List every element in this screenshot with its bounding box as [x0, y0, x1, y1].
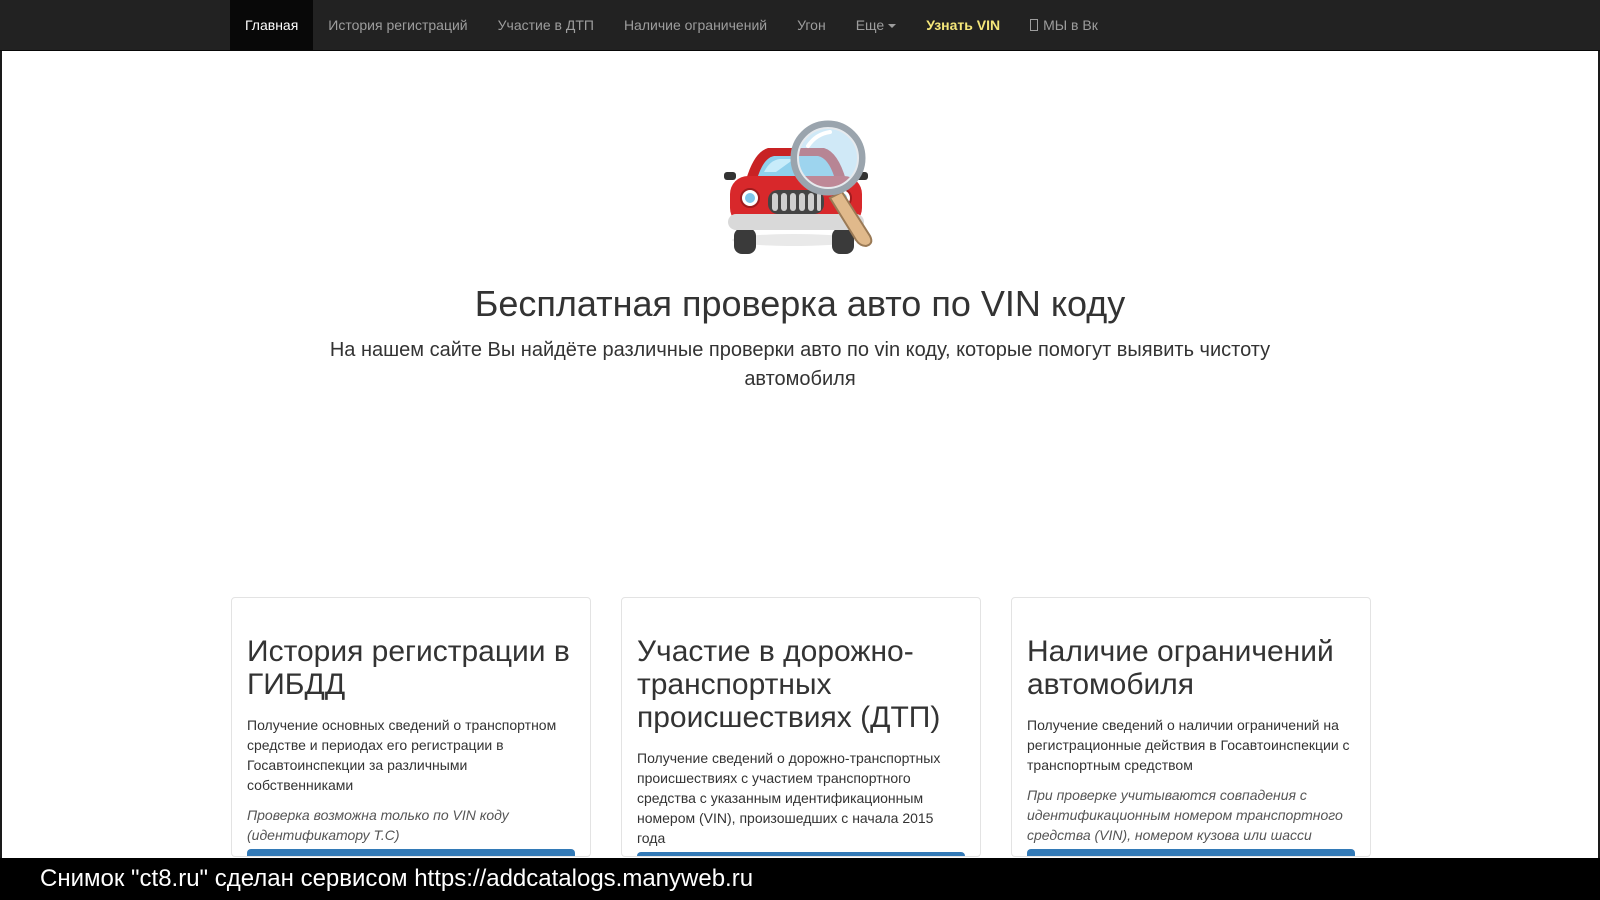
nav-item-home[interactable]: Главная	[230, 0, 314, 50]
nav-item-label: Наличие ограничений	[623, 17, 768, 33]
nav-item-label: Еще	[855, 17, 885, 33]
card-registration-history: История регистрации в ГИБДД Получение ос…	[231, 597, 591, 857]
card-title: История регистрации в ГИБДД	[247, 635, 570, 701]
page-subtitle: На нашем сайте Вы найдёте различные пров…	[329, 339, 1271, 390]
card-title: Наличие ограничений автомобиля	[1027, 635, 1334, 701]
card-action-button[interactable]	[1027, 849, 1355, 856]
nav-item-theft[interactable]: Угон	[782, 0, 841, 50]
nav-item-label: История регистраций	[328, 17, 468, 33]
card-description: Получение сведений о наличии ограничений…	[1027, 717, 1350, 773]
nav-item-find-vin[interactable]: Узнать VIN	[911, 0, 1015, 50]
nav-item-label: МЫ в Вк	[1043, 17, 1098, 33]
nav-menu: Главная История регистраций Участие в ДТ…	[230, 0, 1113, 50]
nav-item-accidents[interactable]: Участие в ДТП	[483, 0, 609, 50]
nav-item-more-dropdown[interactable]: Еще	[841, 0, 912, 50]
card-restrictions: Наличие ограничений автомобиля Получение…	[1011, 597, 1371, 857]
car-magnifier-icon	[724, 112, 884, 264]
nav-item-label: Главная	[245, 17, 299, 33]
screenshot-caption-bar: Снимок "ct8.ru" сделан сервисом https://…	[0, 858, 1600, 900]
card-note: При проверке учитываются совпадения с ид…	[1027, 787, 1343, 843]
page-title: Бесплатная проверка авто по VIN коду	[474, 283, 1126, 324]
nav-item-label: Узнать VIN	[926, 17, 1001, 33]
nav-item-vk[interactable]: МЫ в Вк	[1015, 0, 1113, 50]
card-accidents: Участие в дорожно-транспортных происшест…	[621, 597, 981, 857]
nav-item-registration-history[interactable]: История регистраций	[313, 0, 482, 50]
card-description: Получение основных сведений о транспортн…	[247, 717, 557, 793]
caption-text: Снимок "ct8.ru" сделан сервисом https://…	[40, 865, 754, 892]
card-action-button[interactable]	[637, 852, 965, 856]
top-navbar: Главная История регистраций Участие в ДТ…	[0, 0, 1600, 51]
nav-item-label: Участие в ДТП	[497, 17, 594, 33]
caret-down-icon	[888, 24, 897, 29]
vk-icon	[1030, 19, 1039, 31]
card-title: Участие в дорожно-транспортных происшест…	[637, 635, 941, 734]
card-description: Получение сведений о дорожно-транспортны…	[637, 750, 941, 846]
card-note: Проверка возможна только по VIN коду (ид…	[247, 807, 509, 843]
card-action-button[interactable]	[247, 849, 575, 856]
window-frame-left	[0, 0, 2, 900]
nav-item-restrictions[interactable]: Наличие ограничений	[609, 0, 782, 50]
nav-item-label: Угон	[797, 17, 826, 33]
